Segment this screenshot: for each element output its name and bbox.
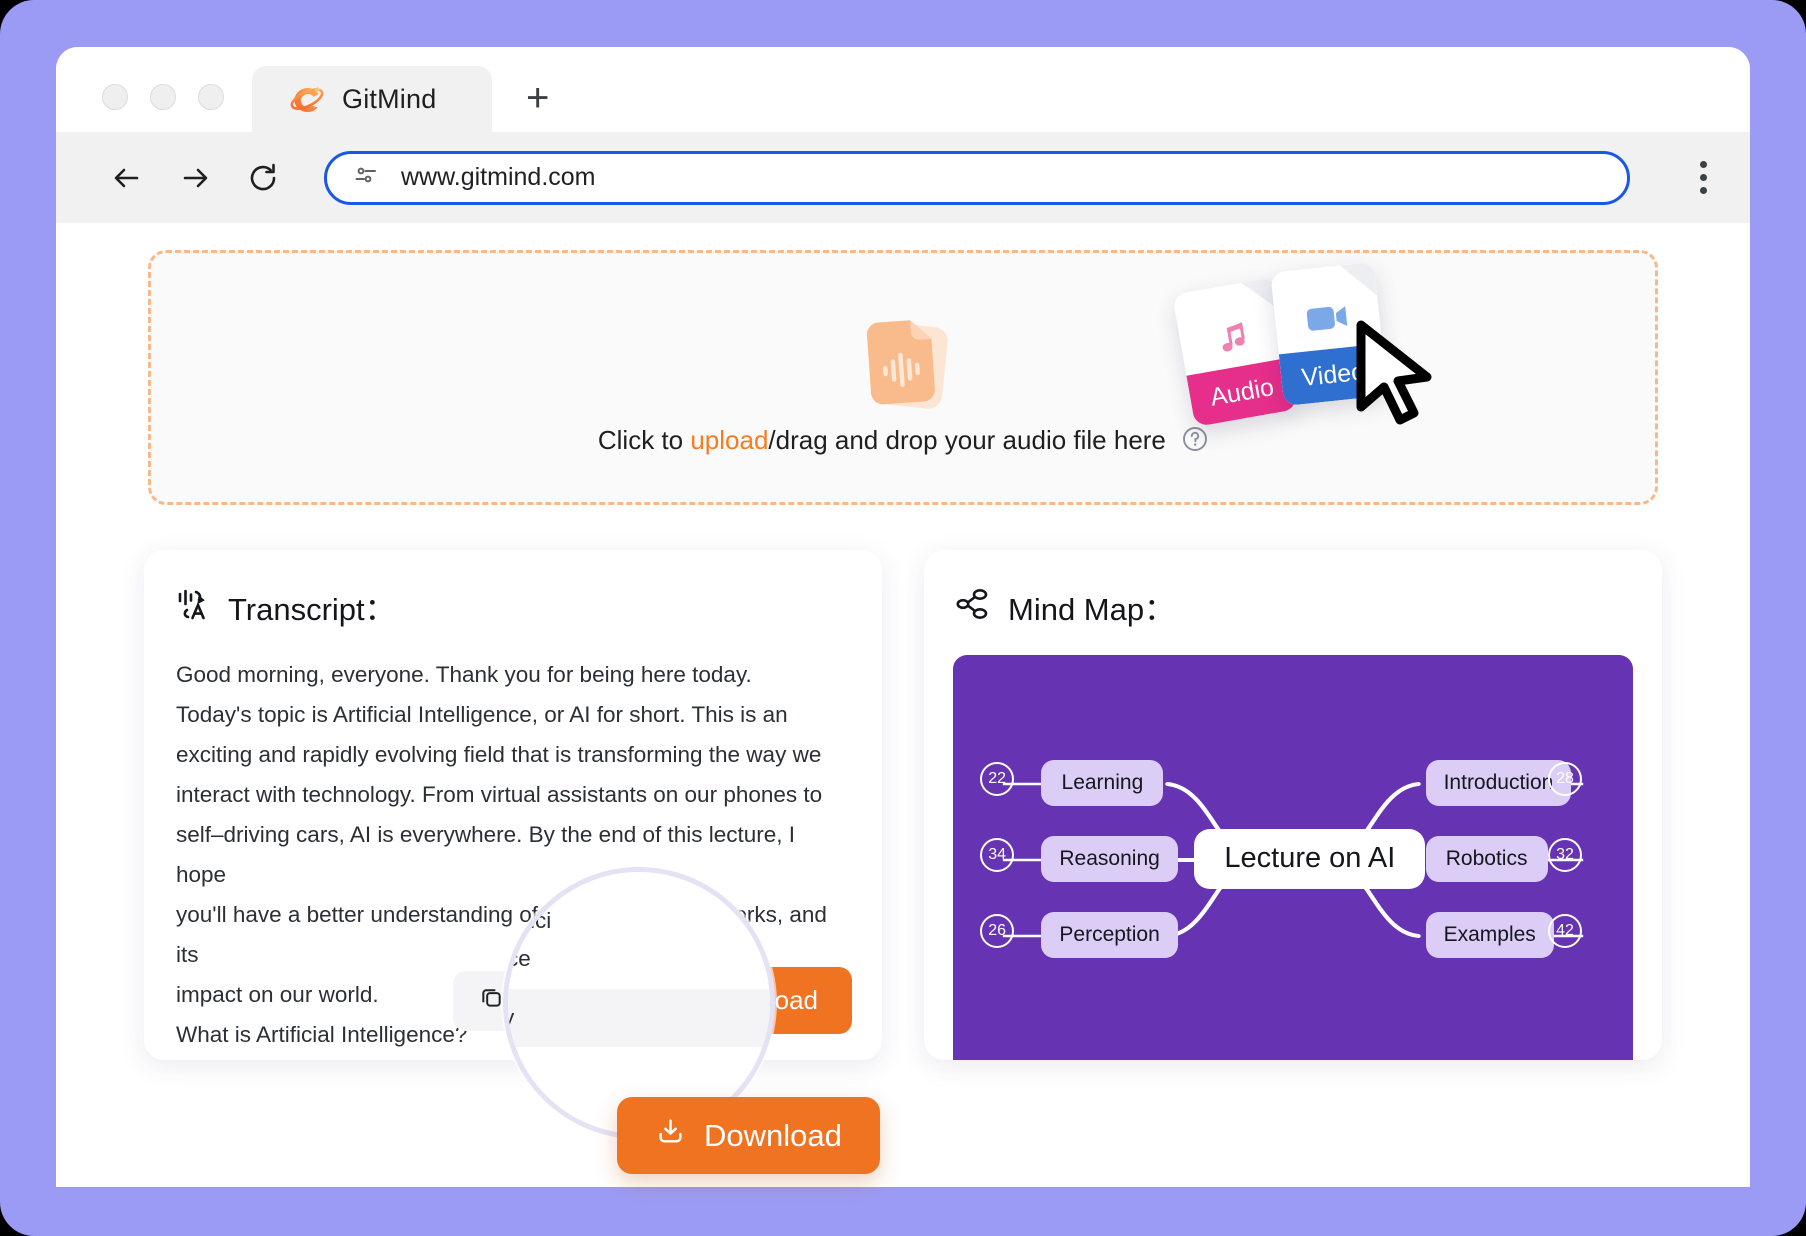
audio-document-icon (855, 313, 951, 415)
dropzone-suffix: /drag and drop your audio file here (768, 425, 1166, 455)
page-fold-icon (1340, 262, 1377, 299)
address-bar[interactable]: www.gitmind.com (324, 150, 1630, 205)
mindmap-node-reasoning[interactable]: Reasoning (1041, 835, 1178, 882)
transcript-title: Transcript： (228, 592, 396, 627)
browser-tab-title: GitMind (342, 83, 437, 114)
page-content: Click to upload/drag and drop your audio… (56, 223, 1750, 1187)
node-badge: 28 (1548, 762, 1582, 796)
dropzone-prefix: Click to (597, 425, 691, 455)
mindmap-canvas[interactable]: 22 Learning 34 Reasoning 26 Perception L… (953, 655, 1633, 1060)
transcript-line: exciting and rapidly evolving field that… (176, 742, 822, 767)
forward-button[interactable] (178, 161, 212, 195)
speech-to-text-icon (174, 585, 212, 628)
spotlight-content: Artifici ence opy (508, 872, 770, 1134)
download-button-highlighted[interactable]: Download (617, 1097, 880, 1174)
download-icon (655, 1116, 686, 1155)
back-button[interactable] (110, 161, 144, 195)
transcript-line: Good morning, everyone. Thank you for be… (176, 662, 752, 687)
mindmap-node-examples[interactable]: Examples (1425, 912, 1554, 959)
mindmap-node-robotics[interactable]: Robotics (1425, 835, 1548, 882)
transcript-header: Transcript： (174, 584, 852, 629)
spotlight-copy-strip (508, 989, 770, 1047)
download-button-label: Download (704, 1117, 842, 1153)
close-window-button[interactable] (102, 84, 128, 110)
window-controls (56, 84, 224, 132)
node-badge: 22 (980, 762, 1015, 796)
node-badge: 42 (1548, 914, 1582, 949)
mindmap-header: Mind Map： (954, 584, 1632, 629)
node-badge: 32 (1548, 838, 1582, 873)
mindmap-node-learning[interactable]: Learning (1041, 759, 1164, 806)
music-note-icon (1178, 310, 1287, 367)
app-root: GitMind + www.gitmind.com Click to uploa… (0, 0, 1806, 1236)
maximize-window-button[interactable] (198, 84, 224, 110)
file-type-cards: Audio Video (1165, 261, 1475, 443)
spotlight-line: ence (507, 946, 531, 971)
browser-tab-strip: GitMind + (56, 47, 1750, 132)
mindmap-title: Mind Map： (1008, 592, 1176, 627)
results-panels: Transcript： Good morning, everyone. Than… (144, 550, 1662, 1060)
spotlight-line: Artifici (505, 908, 552, 933)
kebab-menu-icon[interactable] (1686, 158, 1720, 198)
file-dropzone[interactable]: Click to upload/drag and drop your audio… (148, 250, 1658, 505)
transcript-line: Today's topic is Artificial Intelligence… (176, 702, 788, 727)
browser-toolbar: www.gitmind.com (56, 132, 1750, 223)
mindmap-panel: Mind Map： 22 Learning 34 Reasoning 26 Pe… (924, 550, 1662, 1060)
minimize-window-button[interactable] (150, 84, 176, 110)
spotlight-line: opy (503, 1005, 515, 1030)
reload-button[interactable] (246, 161, 280, 195)
upload-link[interactable]: upload (690, 425, 768, 455)
browser-window: GitMind + www.gitmind.com Click to uploa… (56, 47, 1750, 1187)
mindmap-icon (954, 585, 992, 628)
new-tab-button[interactable]: + (526, 78, 549, 118)
mouse-pointer-icon (1351, 319, 1437, 429)
copy-icon (479, 985, 504, 1017)
address-bar-url: www.gitmind.com (401, 163, 596, 191)
mindmap-root-node[interactable]: Lecture on AI (1194, 828, 1426, 889)
browser-tab-gitmind[interactable]: GitMind (252, 66, 492, 132)
transcript-line: interact with technology. From virtual a… (176, 782, 823, 807)
page-info-icon[interactable] (353, 162, 379, 193)
gitmind-logo-icon (286, 79, 326, 119)
mindmap-node-perception[interactable]: Perception (1041, 912, 1178, 959)
